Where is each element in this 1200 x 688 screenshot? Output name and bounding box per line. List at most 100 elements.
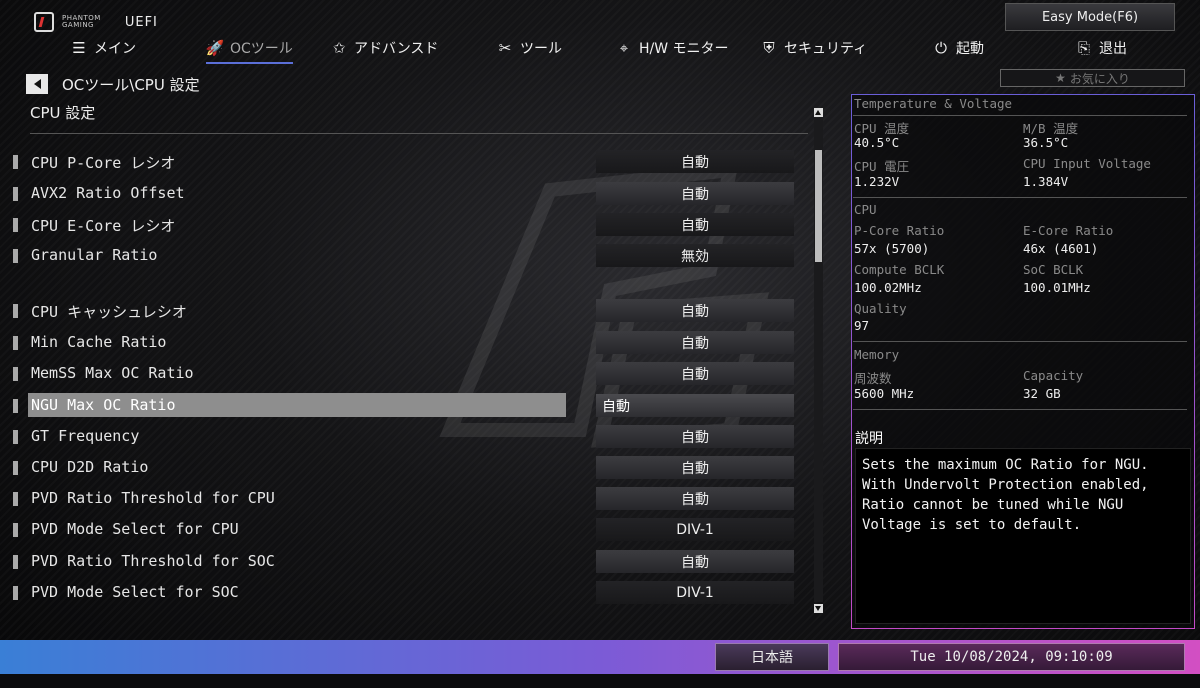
tab-label: 退出: [1099, 41, 1127, 57]
row-bullet: [13, 249, 18, 263]
scroll-up-arrow-icon[interactable]: [814, 108, 823, 117]
exit-icon: ⎘: [1077, 39, 1090, 57]
language-button[interactable]: 日本語: [715, 643, 829, 671]
description-text: Sets the maximum OC Ratio for NGU. With …: [862, 457, 1149, 533]
setting-value[interactable]: DIV-1: [596, 581, 794, 604]
setting-value[interactable]: 自動: [596, 550, 794, 573]
setting-row[interactable]: CPU E-Core レシオ 自動: [0, 212, 810, 238]
tab-exit[interactable]: ⎘ 退出: [1075, 34, 1127, 62]
pcore-ratio-value: 57x (5700): [854, 241, 930, 256]
tab-boot[interactable]: ⏻ 起動: [932, 34, 984, 62]
setting-label: PVD Ratio Threshold for CPU: [31, 489, 275, 507]
setting-row[interactable]: CPU キャッシュレシオ 自動: [0, 298, 810, 324]
setting-value[interactable]: 自動: [596, 425, 794, 448]
tab-label: ツール: [520, 41, 562, 57]
quality-value: 97: [854, 318, 870, 333]
setting-row[interactable]: PVD Ratio Threshold for CPU 自動: [0, 486, 810, 512]
favorites-button[interactable]: ★ お気に入り: [1000, 69, 1185, 87]
rocket-icon: 🚀: [205, 39, 225, 57]
setting-row[interactable]: Min Cache Ratio 自動: [0, 330, 810, 356]
setting-label: CPU キャッシュレシオ: [31, 303, 187, 321]
tab-security[interactable]: ⛨ セキュリティ: [760, 34, 867, 62]
row-bullet: [13, 523, 18, 537]
divider: [853, 409, 1187, 410]
tab-advanced[interactable]: ✩ アドバンスド: [330, 34, 439, 62]
row-bullet: [13, 218, 18, 232]
divider: [853, 197, 1187, 198]
memory-capacity-value: 32 GB: [1023, 386, 1061, 401]
setting-value[interactable]: 自動: [596, 213, 794, 236]
setting-row[interactable]: AVX2 Ratio Offset 自動: [0, 181, 810, 207]
mb-temp-value: 36.5°C: [1023, 135, 1069, 150]
tools-icon: ✂: [498, 39, 512, 57]
setting-row[interactable]: MemSS Max OC Ratio 自動: [0, 361, 810, 387]
setting-value[interactable]: 自動: [596, 456, 794, 479]
setting-value[interactable]: 無効: [596, 244, 794, 267]
row-bullet: [13, 430, 18, 444]
setting-row[interactable]: GT Frequency 自動: [0, 424, 810, 450]
setting-row[interactable]: Granular Ratio 無効: [0, 243, 810, 269]
row-bullet: [13, 187, 18, 201]
memory-frequency-label: 周波数: [854, 371, 892, 386]
soc-bclk-value: 100.01MHz: [1023, 280, 1091, 295]
setting-row[interactable]: CPU D2D Ratio 自動: [0, 455, 810, 481]
tab-main[interactable]: ☰ メイン: [70, 34, 136, 62]
temperature-voltage-title: Temperature & Voltage: [854, 96, 1013, 111]
setting-value[interactable]: 自動: [596, 299, 794, 322]
setting-value[interactable]: 自動: [596, 362, 794, 385]
brand-name: PHANTOM GAMING: [62, 15, 101, 29]
scroll-down-arrow-icon[interactable]: [814, 604, 823, 613]
setting-row[interactable]: PVD Mode Select for SOC DIV-1: [0, 580, 810, 606]
setting-row[interactable]: PVD Mode Select for CPU DIV-1: [0, 517, 810, 543]
shield-icon: ⛨: [763, 39, 775, 57]
easy-mode-button[interactable]: Easy Mode(F6): [1005, 3, 1175, 31]
setting-label: Min Cache Ratio: [31, 333, 167, 351]
setting-label: NGU Max OC Ratio: [31, 396, 176, 414]
tab-hw-monitor[interactable]: ⌖ H/W モニター: [615, 34, 729, 62]
setting-label: PVD Mode Select for CPU: [31, 520, 239, 538]
back-button[interactable]: [26, 74, 48, 94]
setting-label: CPU D2D Ratio: [31, 458, 149, 476]
page-title: CPU 設定: [30, 104, 96, 122]
info-panel: Temperature & Voltage CPU 温度 40.5°C M/B …: [851, 94, 1195, 629]
phantom-logo-icon: [34, 12, 54, 32]
tab-oc-tweaker[interactable]: 🚀 OCツール: [205, 34, 293, 64]
setting-value[interactable]: 自動: [596, 331, 794, 354]
setting-label: CPU P-Core レシオ: [31, 154, 176, 172]
setting-row[interactable]: CPU P-Core レシオ 自動: [0, 149, 810, 175]
tab-label: メイン: [94, 41, 136, 57]
divider: [853, 341, 1187, 342]
power-icon: ⏻: [935, 39, 947, 57]
setting-row-selected[interactable]: NGU Max OC Ratio 自動: [0, 393, 810, 419]
row-bullet: [13, 336, 18, 350]
scrollbar-thumb[interactable]: [815, 150, 822, 262]
ecore-ratio-value: 46x (4601): [1023, 241, 1099, 256]
brand-line2: GAMING: [62, 21, 94, 29]
setting-label: Granular Ratio: [31, 246, 158, 264]
description-box: Sets the maximum OC Ratio for NGU. With …: [855, 448, 1191, 624]
setting-label: CPU E-Core レシオ: [31, 217, 176, 235]
uefi-label: UEFI: [124, 14, 158, 30]
setting-label: PVD Ratio Threshold for SOC: [31, 552, 275, 570]
memory-capacity-label: Capacity: [1023, 368, 1084, 383]
crosshair-icon: ⌖: [619, 39, 629, 57]
soc-bclk-label: SoC BCLK: [1023, 262, 1084, 277]
setting-label: PVD Mode Select for SOC: [31, 583, 239, 601]
setting-value[interactable]: 自動: [596, 394, 794, 417]
setting-row[interactable]: PVD Ratio Threshold for SOC 自動: [0, 549, 810, 575]
setting-label: AVX2 Ratio Offset: [31, 184, 185, 202]
footer-bottom-strip: [0, 674, 1200, 688]
setting-label: GT Frequency: [31, 427, 140, 445]
list-icon: ☰: [72, 39, 86, 57]
row-bullet: [13, 155, 18, 169]
tab-tool[interactable]: ✂ ツール: [496, 34, 562, 62]
setting-value[interactable]: 自動: [596, 150, 794, 173]
breadcrumb: OCツール\CPU 設定: [62, 76, 200, 94]
setting-value[interactable]: 自動: [596, 182, 794, 205]
row-bullet: [13, 367, 18, 381]
setting-value[interactable]: 自動: [596, 487, 794, 510]
setting-value[interactable]: DIV-1: [596, 518, 794, 541]
cpu-section-title: CPU: [854, 202, 877, 217]
brand-logo: PHANTOM GAMING UEFI: [34, 12, 158, 32]
tab-label: アドバンスド: [354, 41, 439, 57]
